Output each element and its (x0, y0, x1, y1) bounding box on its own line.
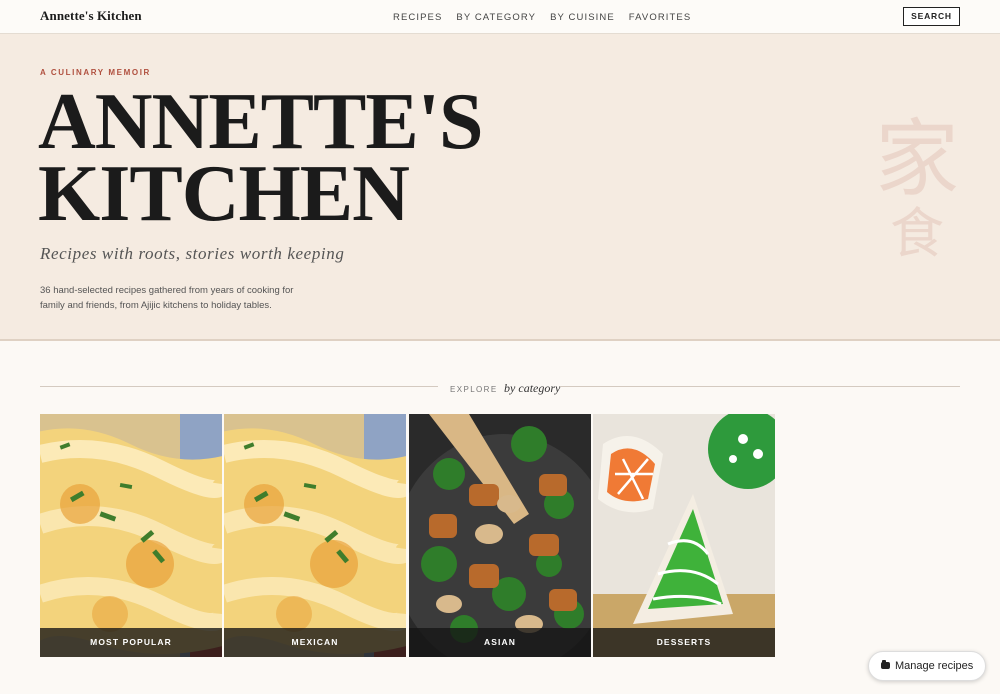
hero-tagline: Recipes with roots, stories worth keepin… (40, 244, 345, 263)
decorated-cookies-photo (593, 414, 775, 657)
nav-link-favorites[interactable]: FAVORITES (629, 12, 692, 23)
top-nav: Annette's Kitchen RECIPES BY CATEGORY BY… (0, 0, 1000, 34)
search-button[interactable]: SEARCH (903, 7, 960, 26)
divider-right (560, 386, 960, 387)
nav-link-by-category[interactable]: BY CATEGORY (456, 12, 536, 23)
hero-title: ANNETTE'S KITCHEN (38, 78, 483, 238)
hero-title-line-1: ANNETTE'S (38, 78, 483, 166)
enchiladas-photo (40, 414, 222, 657)
manage-recipes-label: Manage recipes (895, 660, 974, 672)
nav-links: RECIPES BY CATEGORY BY CUISINE FAVORITES (393, 12, 705, 23)
nav-link-recipes[interactable]: RECIPES (393, 12, 442, 23)
hero-eyebrow: A CULINARY MEMOIR (40, 68, 151, 77)
category-label: DESSERTS (593, 628, 775, 657)
category-card-desserts[interactable]: DESSERTS (593, 414, 775, 657)
hero-section: A CULINARY MEMOIR ANNETTE'S KITCHEN Reci… (0, 34, 1000, 341)
explore-suffix: by category (504, 381, 561, 395)
category-label: MOST POPULAR (40, 628, 222, 657)
divider-left (40, 386, 438, 387)
category-card-asian[interactable]: ASIAN (409, 414, 591, 657)
manage-recipes-button[interactable]: Manage recipes (868, 651, 986, 681)
brand-logo[interactable]: Annette's Kitchen (40, 8, 142, 24)
category-card-mexican[interactable]: MEXICAN (224, 414, 406, 657)
stir-fry-photo (409, 414, 591, 657)
category-label: MEXICAN (224, 628, 406, 657)
enchiladas-photo (224, 414, 406, 657)
category-label: ASIAN (409, 628, 591, 657)
watermark-home-glyph: 家 (874, 110, 959, 208)
hero-title-line-2: KITCHEN (38, 150, 410, 238)
cjk-watermark: 家 食 (872, 114, 962, 264)
hero-description: 36 hand-selected recipes gathered from y… (40, 285, 294, 311)
watermark-food-glyph: 食 (890, 202, 944, 265)
nav-link-by-cuisine[interactable]: BY CUISINE (550, 12, 615, 23)
folder-icon (881, 660, 890, 669)
explore-heading: EXPLORE by category (450, 379, 560, 397)
explore-prefix: EXPLORE (450, 385, 498, 394)
category-card-most-popular[interactable]: MOST POPULAR (40, 414, 222, 657)
